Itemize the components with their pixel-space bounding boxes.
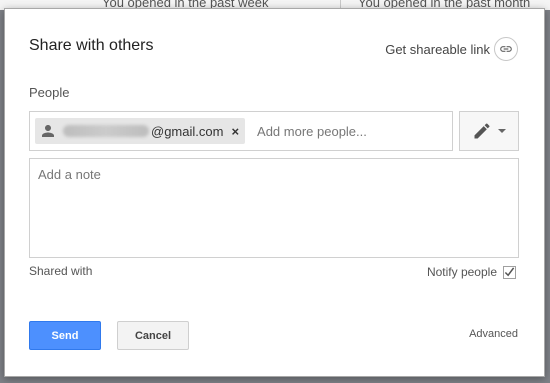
pencil-icon [474, 123, 490, 139]
send-button[interactable]: Send [29, 321, 101, 350]
notify-people-option[interactable]: Notify people [427, 265, 516, 279]
share-dialog: Share with others Get shareable link Peo… [4, 8, 545, 377]
check-icon [504, 267, 515, 277]
people-input-box[interactable]: @gmail.com × [29, 111, 453, 151]
notify-people-checkbox[interactable] [503, 265, 516, 279]
notify-people-label: Notify people [426, 265, 497, 279]
cancel-button[interactable]: Cancel [117, 321, 189, 350]
redacted-email-name [63, 125, 149, 137]
advanced-link[interactable]: Advanced [469, 328, 518, 340]
get-shareable-link-label: Get shareable link [385, 41, 490, 57]
chevron-down-icon [498, 129, 506, 133]
recipient-chip: @gmail.com × [35, 118, 246, 144]
link-icon [494, 37, 518, 61]
dialog-title: Share with others [29, 37, 154, 54]
note-textarea[interactable] [29, 158, 519, 258]
shared-with-label: Shared with [29, 264, 93, 278]
permission-dropdown-button[interactable] [459, 111, 519, 151]
recipient-email: @gmail.com [151, 123, 224, 139]
get-shareable-link-button[interactable]: Get shareable link [385, 37, 518, 61]
remove-recipient-icon[interactable]: × [231, 124, 239, 139]
people-label: People [29, 85, 70, 100]
person-icon [42, 125, 54, 137]
add-people-input[interactable] [257, 123, 408, 139]
